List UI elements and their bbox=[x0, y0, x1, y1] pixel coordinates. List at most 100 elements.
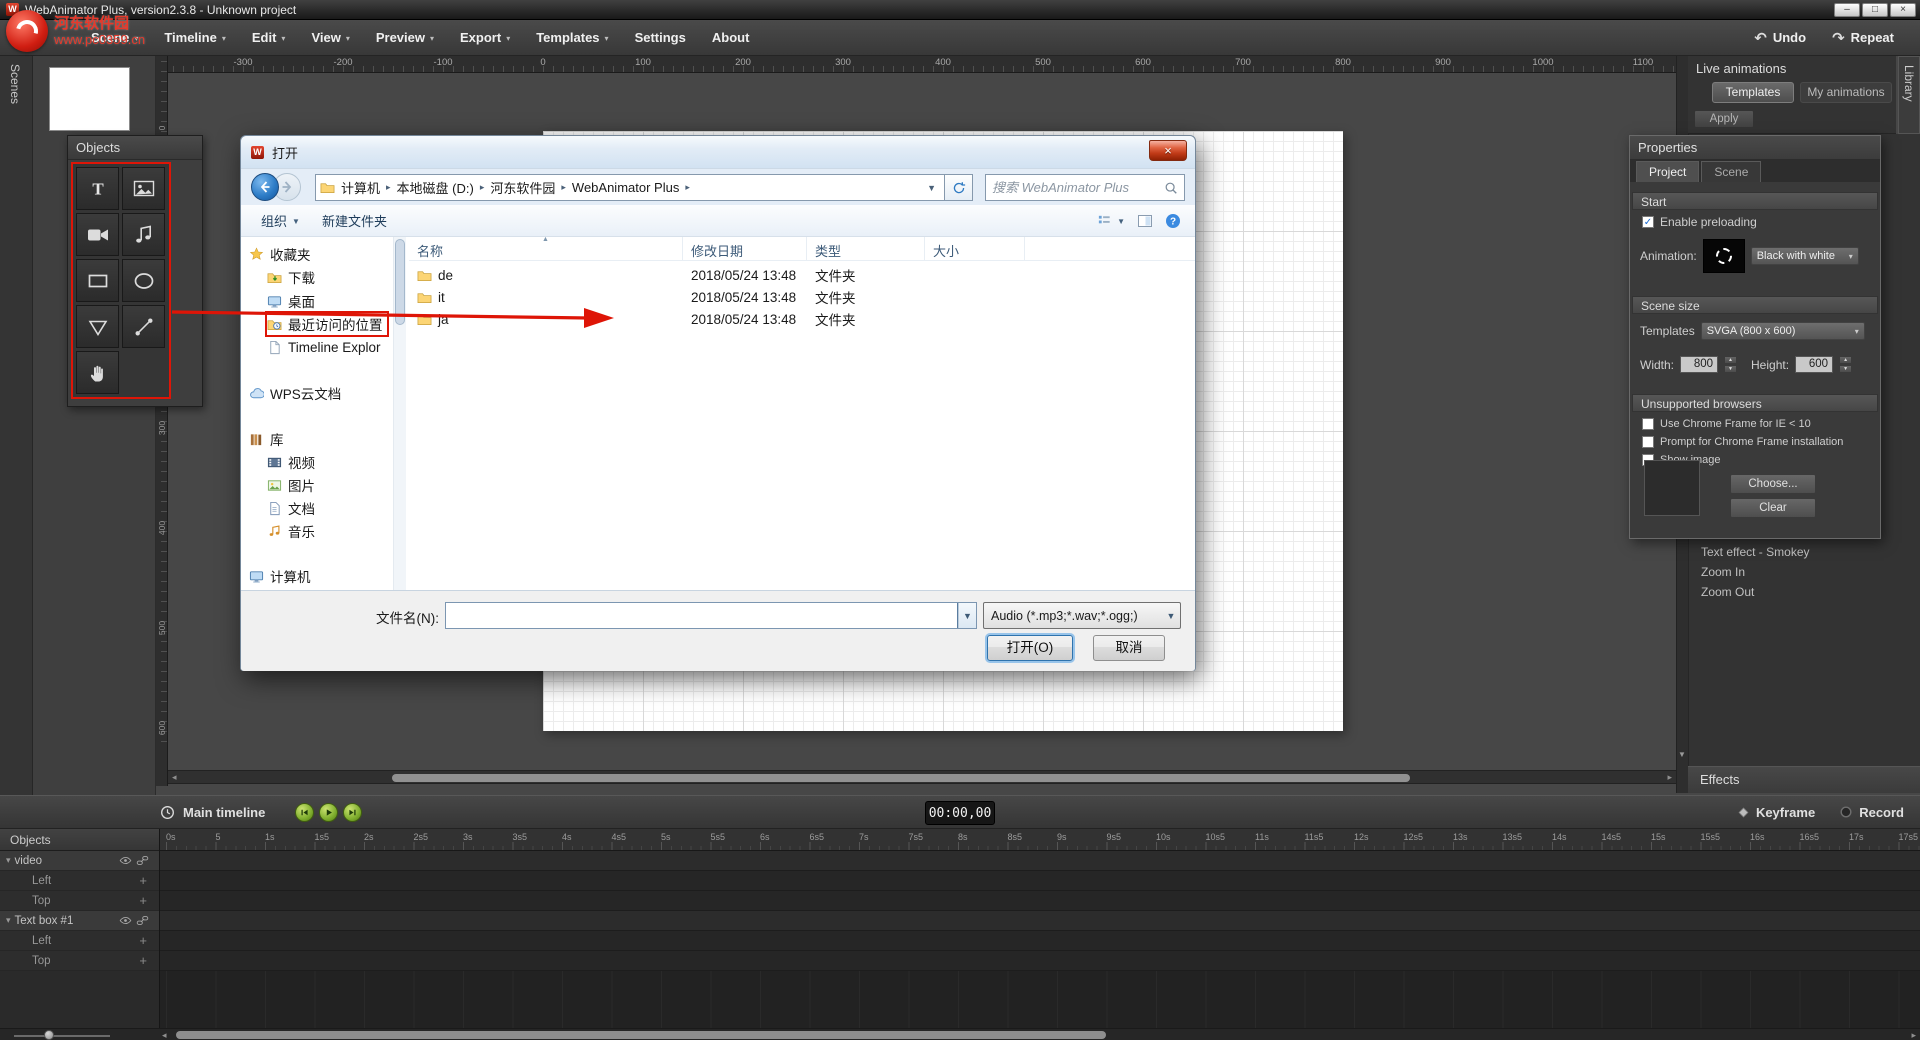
file-row[interactable]: ja2018/05/24 13:48文件夹 bbox=[409, 308, 1195, 330]
timeline-track[interactable] bbox=[160, 931, 1920, 951]
timeline-row-video[interactable]: ▾video bbox=[0, 851, 159, 871]
timeline-row-top[interactable]: Top+ bbox=[0, 951, 159, 971]
choose-button[interactable]: Choose... bbox=[1730, 474, 1816, 494]
tab-project[interactable]: Project bbox=[1636, 161, 1699, 182]
timeline-track[interactable] bbox=[160, 951, 1920, 971]
nav-item-pictures[interactable]: 图片 bbox=[267, 474, 315, 496]
address-bar[interactable]: 计算机▸本地磁盘 (D:)▸河东软件园▸WebAnimator Plus▸ ▼ bbox=[315, 174, 945, 201]
skip-to-start-button[interactable] bbox=[295, 803, 314, 822]
cancel-button[interactable]: 取消 bbox=[1093, 635, 1165, 661]
column-header[interactable]: 修改日期 bbox=[683, 237, 807, 260]
filename-input[interactable] bbox=[446, 603, 958, 628]
tree-scroll-thumb[interactable] bbox=[395, 239, 405, 325]
nav-item-download[interactable]: 下载 bbox=[267, 266, 315, 288]
help-button[interactable]: ? bbox=[1165, 213, 1181, 229]
tab-scene[interactable]: Scene bbox=[1701, 161, 1761, 182]
column-header[interactable]: 类型 bbox=[807, 237, 925, 260]
play-button[interactable] bbox=[319, 803, 338, 822]
nav-item-computer[interactable]: 计算机 bbox=[249, 565, 311, 587]
organize-button[interactable]: 组织 ▼ bbox=[261, 211, 300, 230]
nav-item-cloud[interactable]: WPS云文档 bbox=[249, 382, 341, 404]
add-keyframe-icon[interactable]: + bbox=[139, 953, 155, 968]
search-input[interactable] bbox=[992, 180, 1164, 195]
nav-item-music[interactable]: 音乐 bbox=[267, 520, 315, 542]
preview-pane-button[interactable] bbox=[1137, 213, 1153, 229]
timeline-row-left[interactable]: Left+ bbox=[0, 871, 159, 891]
expander-icon[interactable]: ▾ bbox=[4, 915, 15, 926]
refresh-button[interactable] bbox=[945, 174, 973, 201]
checkbox-row[interactable]: Use Chrome Frame for IE < 10 bbox=[1642, 418, 1811, 430]
nav-item-desktop[interactable]: 桌面 bbox=[267, 290, 315, 312]
search-box[interactable] bbox=[985, 174, 1185, 201]
tool-ellipse[interactable] bbox=[122, 259, 165, 302]
tool-hand[interactable] bbox=[76, 351, 119, 394]
tool-image[interactable] bbox=[122, 167, 165, 210]
width-field[interactable]: 800 bbox=[1680, 356, 1718, 373]
tool-music[interactable] bbox=[122, 213, 165, 256]
tool-triangle[interactable] bbox=[76, 305, 119, 348]
scroll-right-icon[interactable]: ▸ bbox=[1911, 1029, 1916, 1040]
filetype-select[interactable]: Audio (*.mp3;*.wav;*.ogg;) ▼ bbox=[983, 602, 1181, 629]
keyframe-button[interactable]: Keyframe bbox=[1737, 805, 1815, 820]
checkbox[interactable] bbox=[1642, 436, 1654, 448]
file-row[interactable]: de2018/05/24 13:48文件夹 bbox=[409, 264, 1195, 286]
scroll-down-icon[interactable]: ▼ bbox=[1678, 750, 1686, 759]
breadcrumb-item[interactable]: 河东软件园 bbox=[485, 176, 560, 199]
enable-preloading-checkbox[interactable]: ✓ bbox=[1642, 216, 1654, 228]
canvas-scroll-thumb[interactable] bbox=[392, 774, 1410, 782]
views-button[interactable]: ▼ bbox=[1097, 213, 1125, 228]
scroll-left-icon[interactable]: ◂ bbox=[172, 771, 177, 784]
zoom-slider-thumb[interactable] bbox=[44, 1030, 54, 1040]
add-keyframe-icon[interactable]: + bbox=[139, 933, 155, 948]
column-header[interactable]: 大小 bbox=[925, 237, 1025, 260]
add-keyframe-icon[interactable]: + bbox=[139, 873, 155, 888]
tool-rectangle[interactable] bbox=[76, 259, 119, 302]
nav-item-video[interactable]: 视频 bbox=[267, 451, 315, 473]
tool-line[interactable] bbox=[122, 305, 165, 348]
menu-templates[interactable]: Templates▾ bbox=[523, 20, 621, 55]
menu-preview[interactable]: Preview▾ bbox=[363, 20, 447, 55]
library-tab[interactable]: Library bbox=[1898, 56, 1920, 134]
breadcrumb-item[interactable]: WebAnimator Plus bbox=[567, 178, 684, 197]
width-stepper[interactable]: ▲▼ bbox=[1724, 356, 1737, 373]
apply-button[interactable]: Apply bbox=[1694, 110, 1754, 128]
timeline-track[interactable] bbox=[160, 851, 1920, 871]
chevron-down-icon[interactable]: ▼ bbox=[927, 183, 940, 193]
effect-item[interactable]: Zoom Out bbox=[1701, 585, 1754, 599]
timeline-row-text-box-1[interactable]: ▾Text box #1 bbox=[0, 911, 159, 931]
animation-select[interactable]: Black with white ▾ bbox=[1751, 247, 1859, 265]
checkbox-row[interactable]: Prompt for Chrome Frame installation bbox=[1642, 436, 1843, 448]
nav-item-recent[interactable]: 最近访问的位置 bbox=[267, 313, 387, 335]
menu-timeline[interactable]: Timeline▾ bbox=[151, 20, 239, 55]
close-button[interactable]: × bbox=[1890, 3, 1916, 17]
add-keyframe-icon[interactable]: + bbox=[139, 893, 155, 908]
height-field[interactable]: 600 bbox=[1795, 356, 1833, 373]
nav-item-library[interactable]: 库 bbox=[249, 428, 284, 450]
clear-button[interactable]: Clear bbox=[1730, 498, 1816, 518]
effects-header[interactable]: Effects bbox=[1688, 766, 1920, 793]
scroll-right-icon[interactable]: ▸ bbox=[1667, 771, 1672, 784]
expander-icon[interactable]: ▾ bbox=[4, 855, 15, 866]
main-timeline-selector[interactable]: Main timeline bbox=[160, 805, 265, 820]
repeat-button[interactable]: ↷ Repeat bbox=[1832, 29, 1894, 47]
menu-scene[interactable]: Scene▾ bbox=[78, 20, 151, 55]
dialog-close-button[interactable]: × bbox=[1149, 140, 1187, 161]
timeline-row-top[interactable]: Top+ bbox=[0, 891, 159, 911]
timeline-ruler[interactable]: 0s51s1s52s2s53s3s54s4s55s5s56s6s57s7s58s… bbox=[160, 829, 1920, 851]
templates-select[interactable]: SVGA (800 x 600) ▾ bbox=[1701, 322, 1865, 340]
record-button[interactable]: Record bbox=[1839, 805, 1904, 820]
scroll-left-icon[interactable]: ◂ bbox=[162, 1029, 167, 1040]
menu-export[interactable]: Export▾ bbox=[447, 20, 523, 55]
timeline-row-left[interactable]: Left+ bbox=[0, 931, 159, 951]
back-button[interactable] bbox=[251, 173, 279, 201]
scroll-thumb[interactable] bbox=[176, 1031, 1106, 1039]
new-folder-button[interactable]: 新建文件夹 bbox=[322, 211, 387, 230]
checkbox[interactable] bbox=[1642, 418, 1654, 430]
height-stepper[interactable]: ▲▼ bbox=[1839, 356, 1852, 373]
chevron-down-icon[interactable]: ▼ bbox=[958, 603, 976, 628]
open-button[interactable]: 打开(O) bbox=[987, 635, 1073, 661]
effect-item[interactable]: Zoom In bbox=[1701, 565, 1745, 579]
undo-button[interactable]: ↶ Undo bbox=[1754, 29, 1806, 47]
tool-video[interactable] bbox=[76, 213, 119, 256]
timeline-grid[interactable] bbox=[160, 851, 1920, 1028]
